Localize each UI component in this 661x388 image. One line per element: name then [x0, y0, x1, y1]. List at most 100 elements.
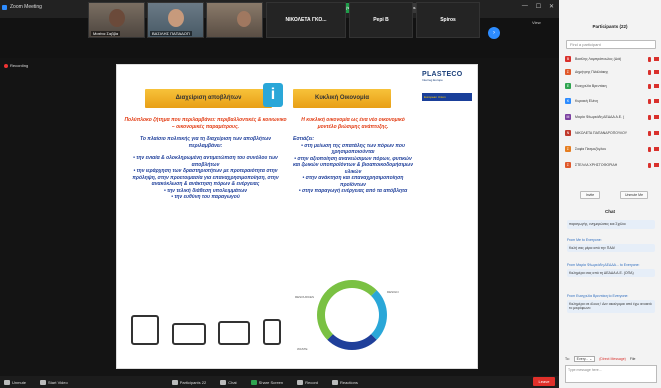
- video-tile[interactable]: ΝΙΚΟΛΕΤΑ ΓΚΟ...: [266, 2, 346, 38]
- view-label[interactable]: View: [532, 20, 541, 25]
- circular-economy-diagram: [317, 280, 387, 350]
- muted-mic-icon: [648, 146, 651, 152]
- to-label: To:: [565, 357, 570, 361]
- message-sender: From Μαρία Φλωρεάδη ΔΕΔΔΑ... to Everyone…: [567, 263, 640, 267]
- slide-right-column: Η κυκλική οικονομία ως ένα νέο οικονομικ…: [293, 117, 413, 195]
- participant-row[interactable]: Σ ΣΤΕΛΛΑ ΧΡΗΣΤΟΦΟΡΙΔΗ: [565, 160, 659, 170]
- left-bullet: • την ενιαία & ολοκληρωμένη αντιμετώπιση…: [133, 155, 278, 168]
- camera-off-icon: [654, 130, 659, 135]
- share-icon: [250, 379, 257, 385]
- video-label: Start Video: [48, 379, 68, 385]
- avatar: B: [565, 56, 571, 62]
- participants-button[interactable]: Participants 22: [171, 379, 207, 385]
- muted-mic-icon: [648, 56, 651, 62]
- video-tile[interactable]: Pepi B: [349, 2, 413, 38]
- participant-name: Μαρία Φλωρεάδη ΔΕΔΔΑ Α.Ε. (: [575, 115, 625, 119]
- camera-off-icon: [654, 56, 659, 61]
- invite-button[interactable]: Invite: [580, 191, 600, 199]
- share-label: Share Screen: [258, 379, 284, 385]
- video-button[interactable]: Start Video: [40, 379, 68, 385]
- participant-video: [109, 9, 125, 27]
- leave-button[interactable]: Leave: [533, 377, 555, 386]
- video-tile[interactable]: Ματίνα Σαββα: [88, 2, 145, 38]
- share-screen-button[interactable]: Share Screen: [250, 379, 284, 385]
- mute-button[interactable]: Unmute: [4, 379, 27, 385]
- right-bullet: • στην αξιοποίηση ανανεώσιμων πόρων, φυτ…: [293, 155, 413, 175]
- presentation-slide: Διαχείριση αποβλήτων i Κυκλική Οικονομία…: [116, 64, 478, 369]
- participant-row[interactable]: K Κυριακή Ελένη: [565, 96, 659, 106]
- participant-row[interactable]: N ΝΙΚΟΛΕΤΑ ΠΑΠΑΝΔΡΟΠΟΥΛΟΥ: [565, 128, 659, 138]
- info-icon: i: [263, 83, 283, 107]
- trash-bin-icon: [131, 315, 159, 345]
- minimize-button[interactable]: —: [522, 3, 528, 13]
- left-intro: Το πλαίσιο πολιτικής για τη διαχείριση τ…: [139, 136, 272, 149]
- participant-name: Βασίλης Λαμπρόπουλος (Διά): [575, 57, 622, 61]
- message-text: Καλημέρα σε όλους ! Δεν ακούγομαι από έχ…: [567, 299, 655, 313]
- tile-name: ΝΙΚΟΛΕΤΑ ΓΚΟ...: [285, 17, 327, 23]
- avatar: N: [565, 130, 571, 136]
- camera-off-icon: [654, 69, 659, 74]
- chat-message: From Ευαγγελία Βρεντάκη to Everyone: Καλ…: [567, 294, 655, 313]
- maximize-button[interactable]: ☐: [536, 3, 541, 13]
- left-bullet: • την ευθύνη του παραγωγού: [171, 194, 240, 200]
- zoom-logo-icon: [2, 5, 7, 10]
- participant-video: [168, 9, 184, 27]
- cycle-label: DESIGN: [387, 290, 399, 294]
- camera-off-icon: [654, 98, 659, 103]
- chat-message: From Me to Everyone: Καλή σας μέρα από τ…: [567, 238, 655, 252]
- slide-left-header: Διαχείριση αποβλήτων: [145, 89, 272, 108]
- participant-search-input[interactable]: Find a participant: [566, 40, 656, 49]
- mute-label: Unmute: [12, 379, 27, 385]
- plasteco-logo: PLASTECO Interreg Europe: [422, 71, 474, 91]
- participants-icon: [171, 379, 178, 385]
- message-sender: From Ευαγγελία Βρεντάκη to Everyone:: [567, 294, 629, 298]
- muted-mic-icon: [648, 162, 651, 168]
- chat-message-input[interactable]: Type message here...: [565, 365, 657, 383]
- video-tile[interactable]: ΒΑΣΙΛΗΣ ΠΑΠΑΔΟΠ: [147, 2, 204, 38]
- camera-off-icon: [654, 162, 659, 167]
- muted-mic-icon: [648, 98, 651, 104]
- cycle-label: RESOURCES: [295, 295, 315, 299]
- avatar: Σ: [565, 162, 571, 168]
- tile-name: Pepi B: [373, 17, 389, 23]
- muted-mic-icon: [648, 69, 651, 75]
- file-button[interactable]: File: [630, 357, 636, 361]
- muted-mic-icon: [648, 114, 651, 120]
- next-page-button[interactable]: ›: [488, 27, 500, 39]
- right-lead: Η κυκλική οικονομία ως ένα νέο οικονομικ…: [301, 117, 405, 130]
- window-title: Zoom Meeting: [10, 4, 42, 10]
- chat-title: Chat: [605, 209, 615, 214]
- record-icon: [297, 379, 304, 385]
- chat-icon: [220, 379, 227, 385]
- recording-indicator[interactable]: Recording: [4, 63, 28, 68]
- logo-subtext: Interreg Europe: [422, 78, 443, 82]
- recipient-select[interactable]: Every... ⌄: [573, 356, 596, 362]
- message-text: Καλημέρα σας από τη ΔΕΔΔΑ Α.Ε. (ΟΠΑ): [567, 268, 655, 277]
- slide-left-column: Πολύπλοκο ζήτημα που περιλαμβάνει: περιβ…: [123, 117, 288, 201]
- participant-name: Δημήτρης Πιλάλιάκης: [575, 70, 609, 74]
- participant-row[interactable]: M Μαρία Φλωρεάδη ΔΕΔΔΑ Α.Ε. (: [565, 112, 659, 122]
- video-tile[interactable]: Spiros: [416, 2, 480, 38]
- right-bullet: • στην παραγωγή ενέργειας από τα απόβλητ…: [298, 188, 408, 194]
- reactions-label: Reactions: [340, 379, 358, 385]
- right-bullet: • στην ανάκτηση και επαναχρησιμοποίηση π…: [302, 175, 404, 188]
- reactions-button[interactable]: Reactions: [332, 379, 358, 385]
- chat-button[interactable]: Chat: [220, 379, 237, 385]
- record-button[interactable]: Record: [297, 379, 318, 385]
- chat-message: παραγωγής, ενημερώσεις και Σχόλιο: [567, 219, 655, 229]
- video-tile[interactable]: [206, 2, 263, 38]
- participant-row[interactable]: E Ευαγγελία Βρεντάκη: [565, 81, 659, 91]
- participant-name: ΝΙΚΟΛΕΤΑ ΠΑΠΑΝΔΡΟΠΟΥΛΟΥ: [575, 131, 628, 135]
- cycle-label: WASTE: [297, 347, 308, 351]
- close-button[interactable]: ✕: [549, 3, 554, 13]
- participant-row[interactable]: Σ Δημήτρης Πιλάλιάκης: [565, 67, 659, 77]
- participant-row[interactable]: B Βασίλης Λαμπρόπουλος (Διά): [565, 54, 659, 64]
- eu-flag-icon: European Union: [422, 93, 472, 101]
- message-text: παραγωγής, ενημερώσεις και Σχόλιο: [567, 220, 655, 229]
- bulldozer-icon: [218, 321, 251, 345]
- camera-off-icon: [654, 146, 659, 151]
- recycle-bin-icon: [262, 319, 281, 345]
- participant-row[interactable]: Σ Σοφία Πεσμαζόγλου: [565, 144, 659, 154]
- participants-label: Participants 22: [179, 379, 207, 385]
- unmute-me-button[interactable]: Unmute Me: [620, 191, 648, 199]
